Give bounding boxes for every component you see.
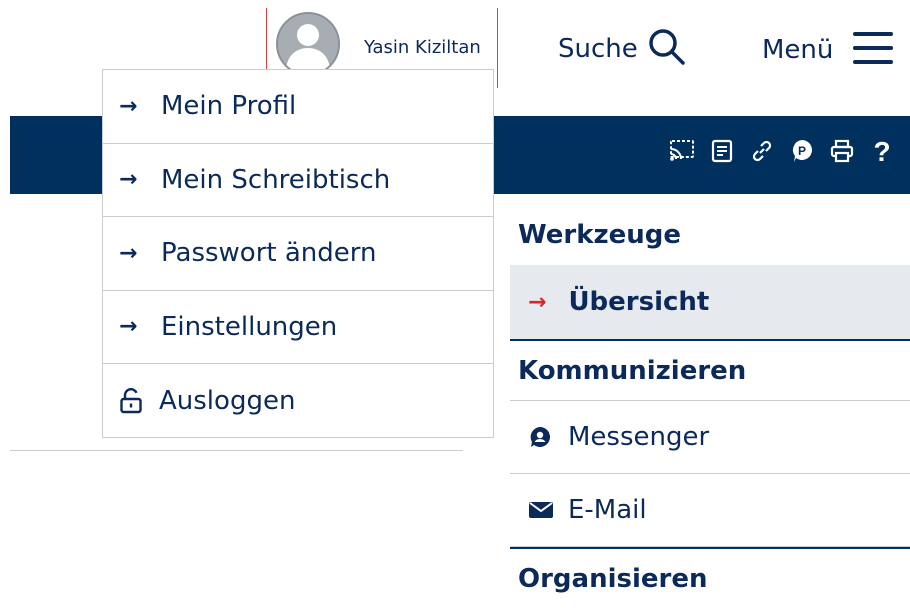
search-label: Suche [558, 34, 638, 64]
menu-item-label: Mein Schreibtisch [161, 164, 391, 195]
search-icon [648, 28, 686, 70]
messenger-icon [528, 425, 554, 449]
svg-text:?: ? [873, 137, 890, 165]
help-icon[interactable]: ? [868, 136, 896, 166]
arrow-right-icon: → [528, 289, 547, 315]
print-icon[interactable] [828, 136, 856, 166]
menu-item-desk[interactable]: → Mein Schreibtisch [103, 144, 493, 217]
sidebar-item-email[interactable]: E-Mail [510, 474, 910, 547]
sidebar: Werkzeuge → Übersicht Kommunizieren Mess… [510, 205, 910, 609]
sidebar-heading-kommunizieren: Kommunizieren [510, 341, 910, 401]
toolbar-icons: P ? [668, 136, 896, 166]
user-name: Yasin Kiziltan [364, 37, 481, 58]
page: Yasin Kiziltan Suche Menü P ? Werkzeuge … [0, 0, 910, 613]
sidebar-item-overview[interactable]: → Übersicht [510, 265, 910, 341]
arrow-right-icon: → [119, 167, 138, 193]
sidebar-item-label: E-Mail [568, 495, 647, 525]
sidebar-item-label: Übersicht [568, 287, 710, 317]
cast-icon[interactable] [668, 136, 696, 166]
parking-info-icon[interactable]: P [788, 136, 816, 166]
arrow-right-icon: → [119, 240, 138, 266]
menu-item-logout[interactable]: Ausloggen [103, 364, 493, 438]
user-menu-dropdown: → Mein Profil → Mein Schreibtisch → Pass… [102, 69, 494, 438]
search-button[interactable]: Suche [558, 28, 686, 70]
menu-item-label: Ausloggen [159, 385, 296, 416]
sidebar-heading-werkzeuge: Werkzeuge [518, 220, 682, 250]
menu-item-profile[interactable]: → Mein Profil [103, 70, 493, 144]
menu-button[interactable]: Menü [762, 28, 894, 72]
menu-item-label: Einstellungen [161, 311, 338, 342]
menu-item-settings[interactable]: → Einstellungen [103, 291, 493, 364]
hamburger-icon [853, 28, 894, 72]
content-divider [10, 450, 463, 451]
envelope-icon [528, 500, 554, 520]
avatar [276, 12, 340, 76]
unlock-icon [119, 387, 145, 414]
arrow-right-icon: → [119, 93, 138, 119]
menu-item-change-password[interactable]: → Passwort ändern [103, 217, 493, 291]
sidebar-heading-organisieren: Organisieren [518, 564, 708, 594]
sidebar-item-label: Messenger [568, 422, 710, 452]
arrow-right-icon: → [119, 314, 138, 340]
menu-item-label: Mein Profil [161, 91, 297, 122]
svg-text:P: P [798, 144, 806, 158]
menu-label: Menü [762, 35, 834, 65]
notes-icon[interactable] [708, 136, 736, 166]
sidebar-item-messenger[interactable]: Messenger [510, 401, 910, 474]
menu-item-label: Passwort ändern [161, 238, 377, 269]
link-icon[interactable] [748, 136, 776, 166]
